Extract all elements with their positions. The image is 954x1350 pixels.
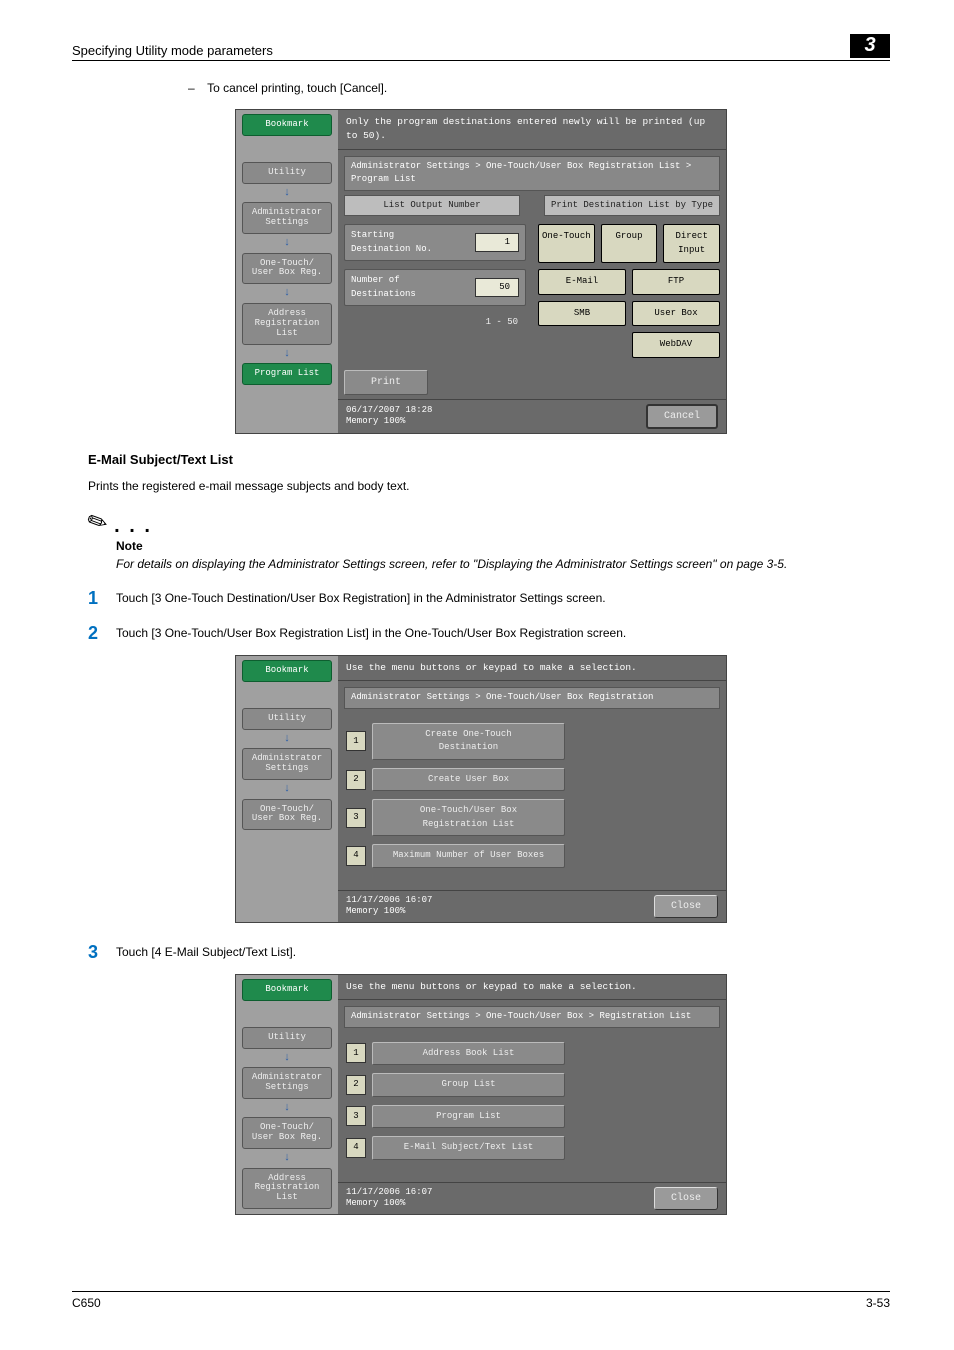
opt-email[interactable]: E-Mail <box>538 269 626 295</box>
menu-address-book[interactable]: Address Book List <box>372 1042 565 1066</box>
panel-instruction: Only the program destinations entered ne… <box>338 110 726 150</box>
onetouch-reg-button[interactable]: One-Touch/ User Box Reg. <box>242 799 332 831</box>
breadcrumb: Administrator Settings > One-Touch/User … <box>344 1006 720 1028</box>
menu-email-subject[interactable]: E-Mail Subject/Text List <box>372 1136 565 1160</box>
opt-direct[interactable]: Direct Input <box>663 224 720 263</box>
note-body: For details on displaying the Administra… <box>116 555 874 573</box>
status-datetime: 11/17/2006 16:07 <box>346 895 432 906</box>
addr-reg-list-button[interactable]: Address Registration List <box>242 303 332 345</box>
down-arrow-icon: ↓ <box>242 284 332 303</box>
starting-dest-field[interactable]: Starting Destination No. 1 <box>344 224 526 261</box>
menu-num: 3 <box>346 808 366 828</box>
status-memory: Memory 100% <box>346 416 432 427</box>
admin-settings-button[interactable]: Administrator Settings <box>242 1067 332 1099</box>
down-arrow-icon: ↓ <box>242 345 332 364</box>
running-header: Specifying Utility mode parameters <box>72 43 850 58</box>
num-dest-label: Number of Destinations <box>351 274 416 301</box>
menu-max-boxes[interactable]: Maximum Number of User Boxes <box>372 844 565 868</box>
down-arrow-icon: ↓ <box>242 1099 332 1118</box>
menu-num: 2 <box>346 770 366 790</box>
section-heading: E-Mail Subject/Text List <box>88 450 874 470</box>
chapter-badge: 3 <box>850 34 890 58</box>
utility-button[interactable]: Utility <box>242 708 332 730</box>
step-text: Touch [3 One-Touch/User Box Registration… <box>116 620 874 647</box>
addr-reg-list-button[interactable]: Address Registration List <box>242 1168 332 1210</box>
menu-create-userbox[interactable]: Create User Box <box>372 768 565 792</box>
menu-num: 4 <box>346 1138 366 1158</box>
intro-text: Prints the registered e-mail message sub… <box>88 477 874 495</box>
note-icon: ✎ <box>81 502 114 543</box>
menu-create-onetouch[interactable]: Create One-Touch Destination <box>372 723 565 760</box>
admin-settings-button[interactable]: Administrator Settings <box>242 202 332 234</box>
menu-num: 2 <box>346 1075 366 1095</box>
note-label: Note <box>116 537 874 555</box>
menu-num: 1 <box>346 731 366 751</box>
opt-webdav[interactable]: WebDAV <box>632 332 720 358</box>
screenshot-reg-list: Bookmark Utility ↓ Administrator Setting… <box>235 974 727 1215</box>
step-text: Touch [3 One-Touch Destination/User Box … <box>116 585 874 612</box>
admin-settings-button[interactable]: Administrator Settings <box>242 748 332 780</box>
menu-num: 4 <box>346 846 366 866</box>
utility-button[interactable]: Utility <box>242 1027 332 1049</box>
opt-userbox[interactable]: User Box <box>632 301 720 327</box>
tab-print-by-type[interactable]: Print Destination List by Type <box>544 195 720 217</box>
step-number: 3 <box>88 939 116 966</box>
menu-reg-list[interactable]: One-Touch/User Box Registration List <box>372 799 565 836</box>
status-datetime: 06/17/2007 18:28 <box>346 405 432 416</box>
num-dest-value: 50 <box>475 278 519 298</box>
panel-instruction: Use the menu buttons or keypad to make a… <box>338 975 726 1000</box>
menu-program-list[interactable]: Program List <box>372 1105 565 1129</box>
down-arrow-icon: ↓ <box>242 184 332 203</box>
onetouch-reg-button[interactable]: One-Touch/ User Box Reg. <box>242 1117 332 1149</box>
utility-button[interactable]: Utility <box>242 162 332 184</box>
step-text: Touch [4 E-Mail Subject/Text List]. <box>116 939 874 966</box>
status-memory: Memory 100% <box>346 906 432 917</box>
down-arrow-icon: ↓ <box>242 1149 332 1168</box>
down-arrow-icon: ↓ <box>242 780 332 799</box>
down-arrow-icon: ↓ <box>242 730 332 749</box>
footer-page: 3-53 <box>866 1296 890 1310</box>
bullet-text: To cancel printing, touch [Cancel]. <box>207 81 387 95</box>
close-button[interactable]: Close <box>654 895 718 918</box>
status-datetime: 11/17/2006 16:07 <box>346 1187 432 1198</box>
breadcrumb: Administrator Settings > One-Touch/User … <box>344 156 720 191</box>
range-text: 1 - 50 <box>344 314 526 330</box>
breadcrumb: Administrator Settings > One-Touch/User … <box>344 687 720 709</box>
opt-group[interactable]: Group <box>601 224 658 263</box>
screenshot-program-list: Bookmark Utility ↓ Administrator Setting… <box>235 109 727 434</box>
down-arrow-icon: ↓ <box>242 234 332 253</box>
num-dest-field[interactable]: Number of Destinations 50 <box>344 269 526 306</box>
print-button[interactable]: Print <box>344 370 428 395</box>
opt-smb[interactable]: SMB <box>538 301 626 327</box>
opt-ftp[interactable]: FTP <box>632 269 720 295</box>
program-list-button[interactable]: Program List <box>242 363 332 385</box>
screenshot-onetouch-reg: Bookmark Utility ↓ Administrator Setting… <box>235 655 727 923</box>
starting-dest-value: 1 <box>475 233 519 253</box>
step-number: 1 <box>88 585 116 612</box>
status-memory: Memory 100% <box>346 1198 432 1209</box>
bookmark-button[interactable]: Bookmark <box>242 660 332 682</box>
opt-onetouch[interactable]: One-Touch <box>538 224 595 263</box>
cancel-button[interactable]: Cancel <box>646 404 718 429</box>
bookmark-button[interactable]: Bookmark <box>242 114 332 136</box>
bookmark-button[interactable]: Bookmark <box>242 979 332 1001</box>
down-arrow-icon: ↓ <box>242 1049 332 1068</box>
menu-num: 1 <box>346 1043 366 1063</box>
onetouch-reg-button[interactable]: One-Touch/ User Box Reg. <box>242 253 332 285</box>
menu-num: 3 <box>346 1106 366 1126</box>
starting-dest-label: Starting Destination No. <box>351 229 432 256</box>
step-number: 2 <box>88 620 116 647</box>
panel-instruction: Use the menu buttons or keypad to make a… <box>338 656 726 681</box>
tab-list-output[interactable]: List Output Number <box>344 195 520 217</box>
footer-model: C650 <box>72 1296 101 1310</box>
bullet-dash: – <box>188 79 204 97</box>
menu-group-list[interactable]: Group List <box>372 1073 565 1097</box>
close-button[interactable]: Close <box>654 1187 718 1210</box>
